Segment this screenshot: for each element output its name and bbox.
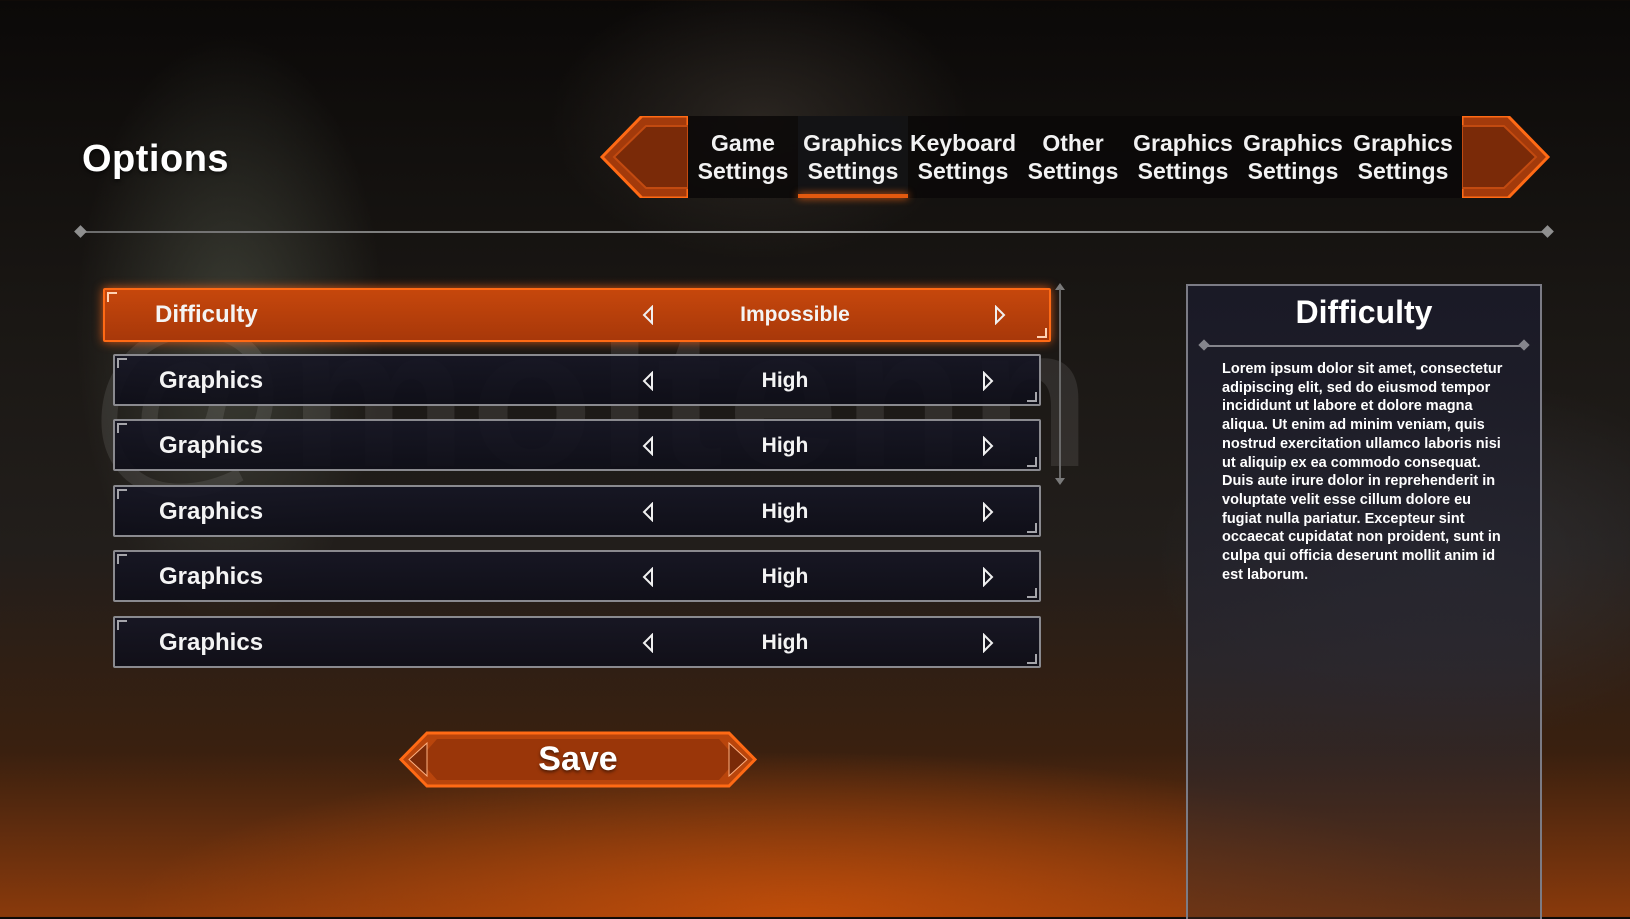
triangle-right-icon[interactable] bbox=[981, 436, 995, 456]
chevron-left-icon bbox=[599, 116, 688, 198]
description-divider bbox=[1204, 345, 1524, 347]
triangle-right-icon[interactable] bbox=[993, 305, 1007, 325]
description-title: Difficulty bbox=[1295, 294, 1433, 330]
setting-row-graphics[interactable]: Graphics High bbox=[113, 485, 1041, 537]
triangle-left-icon[interactable] bbox=[641, 305, 655, 325]
save-button[interactable]: Save bbox=[397, 731, 759, 788]
triangle-left-icon[interactable] bbox=[641, 371, 655, 391]
tab-other-settings-3[interactable]: Other Settings bbox=[1018, 116, 1128, 198]
tab-next-button[interactable] bbox=[1462, 116, 1554, 198]
save-button-label: Save bbox=[538, 740, 618, 778]
triangle-right-icon[interactable] bbox=[981, 567, 995, 587]
tab-prev-button[interactable] bbox=[596, 116, 688, 198]
chevron-right-icon bbox=[1462, 116, 1551, 198]
setting-value: High bbox=[761, 631, 809, 654]
setting-row-difficulty[interactable]: Difficulty Impossible bbox=[103, 288, 1051, 342]
tab-list: Game Settings Graphics Settings Keyboard S… bbox=[688, 116, 1458, 198]
triangle-left-icon[interactable] bbox=[641, 567, 655, 587]
triangle-left-icon[interactable] bbox=[641, 502, 655, 522]
tab-game-settings-0[interactable]: Game Settings bbox=[688, 116, 798, 198]
scroll-down-icon[interactable] bbox=[1055, 478, 1065, 485]
setting-value: High bbox=[761, 369, 809, 392]
description-panel: Difficulty Lorem ipsum dolor sit amet, c… bbox=[1186, 284, 1542, 919]
setting-label: Graphics bbox=[159, 432, 264, 459]
setting-label: Graphics bbox=[159, 498, 264, 525]
triangle-right-icon[interactable] bbox=[981, 371, 995, 391]
tab-graphics-settings-6[interactable]: Graphics Settings bbox=[1348, 116, 1458, 198]
setting-value: High bbox=[761, 434, 809, 457]
setting-row-graphics[interactable]: Graphics High bbox=[113, 354, 1041, 406]
setting-label: Graphics bbox=[159, 629, 264, 656]
scrollbar[interactable] bbox=[1055, 283, 1065, 485]
setting-label: Graphics bbox=[159, 367, 264, 394]
triangle-left-icon[interactable] bbox=[641, 436, 655, 456]
setting-row-graphics[interactable]: Graphics High bbox=[113, 616, 1041, 668]
header-divider bbox=[80, 231, 1548, 233]
triangle-left-icon[interactable] bbox=[641, 633, 655, 653]
setting-value: Impossible bbox=[740, 303, 850, 326]
setting-value: High bbox=[761, 565, 809, 588]
tab-keyboard-settings-2[interactable]: Keyboard Settings bbox=[908, 116, 1018, 198]
triangle-right-icon[interactable] bbox=[981, 633, 995, 653]
page-title: Options bbox=[82, 138, 230, 180]
tab-bar: Game Settings Graphics Settings Keyboard S… bbox=[596, 116, 1554, 198]
tab-graphics-settings-5[interactable]: Graphics Settings bbox=[1238, 116, 1348, 198]
setting-label: Difficulty bbox=[155, 301, 258, 328]
setting-label: Graphics bbox=[159, 563, 264, 590]
description-body: Lorem ipsum dolor sit amet, consectetur … bbox=[1222, 361, 1503, 583]
setting-value: High bbox=[761, 500, 809, 523]
triangle-right-icon[interactable] bbox=[981, 502, 995, 522]
tab-graphics-settings-4[interactable]: Graphics Settings bbox=[1128, 116, 1238, 198]
setting-row-graphics[interactable]: Graphics High bbox=[113, 550, 1041, 602]
scroll-track[interactable] bbox=[1059, 289, 1061, 479]
setting-row-graphics[interactable]: Graphics High bbox=[113, 419, 1041, 471]
tab-graphics-settings-1[interactable]: Graphics Settings bbox=[798, 116, 908, 198]
